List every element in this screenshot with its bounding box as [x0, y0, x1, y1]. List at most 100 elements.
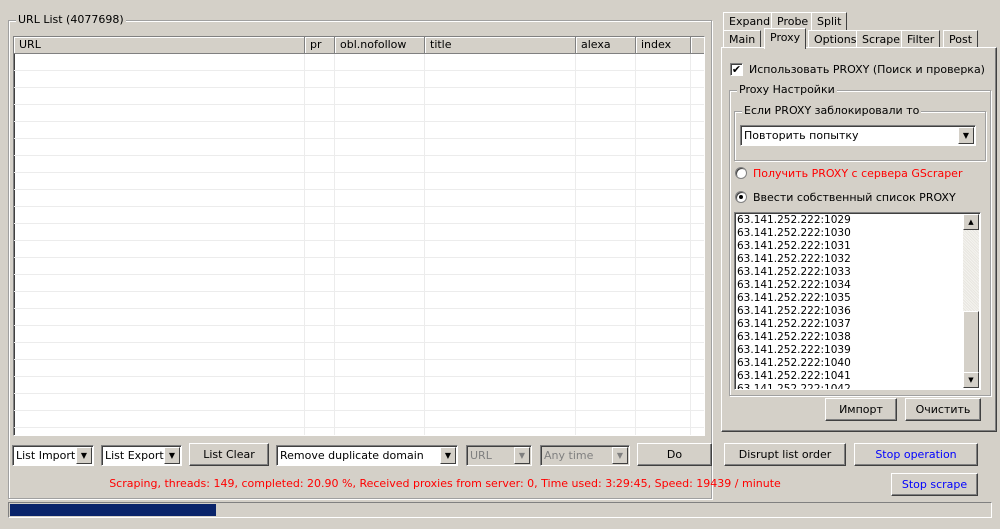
- table-row[interactable]: [14, 156, 704, 173]
- table-cell: [305, 54, 335, 70]
- table-row[interactable]: [14, 224, 704, 241]
- stop-operation-button[interactable]: Stop operation: [854, 443, 978, 466]
- table-cell: [576, 258, 636, 274]
- list-export-select[interactable]: List Export ▼: [101, 445, 182, 466]
- table-row[interactable]: [14, 88, 704, 105]
- table-cell: [425, 190, 576, 206]
- table-cell: [305, 428, 335, 435]
- url-list-table[interactable]: URL pr obl.nofollow title alexa index: [13, 36, 705, 436]
- table-row[interactable]: [14, 394, 704, 411]
- scroll-up-icon[interactable]: ▲: [963, 214, 979, 230]
- table-cell: [576, 224, 636, 240]
- column-header-url[interactable]: URL: [14, 37, 305, 54]
- tab-split[interactable]: Split: [811, 12, 848, 30]
- table-cell: [335, 326, 425, 342]
- table-row[interactable]: [14, 377, 704, 394]
- tab-proxy[interactable]: Proxy: [764, 28, 807, 49]
- url-list-title: URL List (4077698): [16, 13, 126, 27]
- get-from-server-label[interactable]: Получить PROXY с сервера GScraper: [753, 167, 962, 181]
- table-row[interactable]: [14, 71, 704, 88]
- list-clear-button[interactable]: List Clear: [189, 443, 269, 466]
- table-row[interactable]: [14, 326, 704, 343]
- tab-filter[interactable]: Filter: [901, 30, 941, 48]
- table-row[interactable]: [14, 173, 704, 190]
- table-cell: [576, 292, 636, 308]
- proxy-list-scrollbar[interactable]: ▲ ▼: [963, 214, 979, 388]
- table-row[interactable]: [14, 105, 704, 122]
- disrupt-list-order-button[interactable]: Disrupt list order: [724, 443, 846, 466]
- own-list-radio[interactable]: [735, 191, 747, 203]
- table-row[interactable]: [14, 428, 704, 435]
- dropdown-arrow-icon[interactable]: ▼: [958, 127, 974, 144]
- table-cell: [576, 207, 636, 223]
- table-cell: [335, 360, 425, 376]
- proxy-clear-button[interactable]: Очистить: [905, 398, 981, 421]
- own-list-label[interactable]: Ввести собственный список PROXY: [753, 191, 956, 205]
- dropdown-arrow-icon[interactable]: ▼: [612, 447, 628, 464]
- table-cell: [636, 190, 691, 206]
- use-proxy-checkbox[interactable]: ✔: [730, 63, 743, 76]
- stop-scrape-button[interactable]: Stop scrape: [891, 473, 978, 496]
- table-row[interactable]: [14, 411, 704, 428]
- column-header-title[interactable]: title: [425, 37, 576, 54]
- table-cell: [14, 88, 305, 104]
- dropdown-arrow-icon[interactable]: ▼: [514, 447, 530, 464]
- dropdown-arrow-icon[interactable]: ▼: [164, 447, 180, 464]
- table-cell: [576, 241, 636, 257]
- table-row[interactable]: [14, 54, 704, 71]
- table-row[interactable]: [14, 190, 704, 207]
- table-cell: [636, 343, 691, 359]
- table-row[interactable]: [14, 139, 704, 156]
- proxy-list-textarea[interactable]: 63.141.252.222:1029 63.141.252.222:1030 63…: [734, 212, 981, 390]
- column-header-alexa[interactable]: alexa: [576, 37, 636, 54]
- table-cell: [305, 275, 335, 291]
- action-select[interactable]: Remove duplicate domain ▼: [276, 445, 458, 466]
- dropdown-arrow-icon[interactable]: ▼: [440, 447, 456, 464]
- table-row[interactable]: [14, 292, 704, 309]
- tab-scrape[interactable]: Scrape: [856, 30, 907, 48]
- tab-options[interactable]: Options: [808, 30, 863, 48]
- table-row[interactable]: [14, 275, 704, 292]
- time-select-label: Any time: [544, 449, 594, 462]
- table-cell: [14, 224, 305, 240]
- table-row[interactable]: [14, 241, 704, 258]
- use-proxy-label[interactable]: Использовать PROXY (Поиск и проверка): [749, 63, 985, 77]
- proxy-import-button[interactable]: Импорт: [825, 398, 897, 421]
- table-cell: [305, 224, 335, 240]
- list-import-select[interactable]: List Import ▼: [12, 445, 94, 466]
- table-row[interactable]: [14, 258, 704, 275]
- table-row[interactable]: [14, 309, 704, 326]
- blocked-action-select[interactable]: Повторить попытку ▼: [740, 125, 976, 146]
- proxy-list-line: 63.141.252.222:1034: [737, 279, 851, 291]
- table-cell: [576, 173, 636, 189]
- url-select[interactable]: URL ▼: [466, 445, 532, 466]
- column-header-nofollow[interactable]: obl.nofollow: [335, 37, 425, 54]
- table-cell: [305, 139, 335, 155]
- table-cell: [636, 105, 691, 121]
- table-cell: [335, 207, 425, 223]
- table-row[interactable]: [14, 207, 704, 224]
- column-header-index[interactable]: index: [636, 37, 691, 54]
- table-cell: [425, 360, 576, 376]
- get-from-server-radio[interactable]: [735, 167, 747, 179]
- tab-main[interactable]: Main: [723, 30, 762, 48]
- table-cell: [576, 411, 636, 427]
- scroll-thumb[interactable]: [963, 311, 979, 373]
- table-cell: [425, 105, 576, 121]
- column-header-pr[interactable]: pr: [305, 37, 335, 54]
- table-cell: [14, 258, 305, 274]
- dropdown-arrow-icon[interactable]: ▼: [76, 447, 92, 464]
- tab-post[interactable]: Post: [943, 30, 979, 48]
- table-row[interactable]: [14, 343, 704, 360]
- table-cell: [636, 394, 691, 410]
- time-select[interactable]: Any time ▼: [540, 445, 630, 466]
- do-button[interactable]: Do: [637, 443, 712, 466]
- table-cell: [425, 54, 576, 70]
- scroll-down-icon[interactable]: ▼: [963, 372, 979, 388]
- table-row[interactable]: [14, 360, 704, 377]
- table-cell: [335, 54, 425, 70]
- table-cell: [425, 377, 576, 393]
- table-cell: [425, 71, 576, 87]
- table-row[interactable]: [14, 122, 704, 139]
- table-cell: [305, 71, 335, 87]
